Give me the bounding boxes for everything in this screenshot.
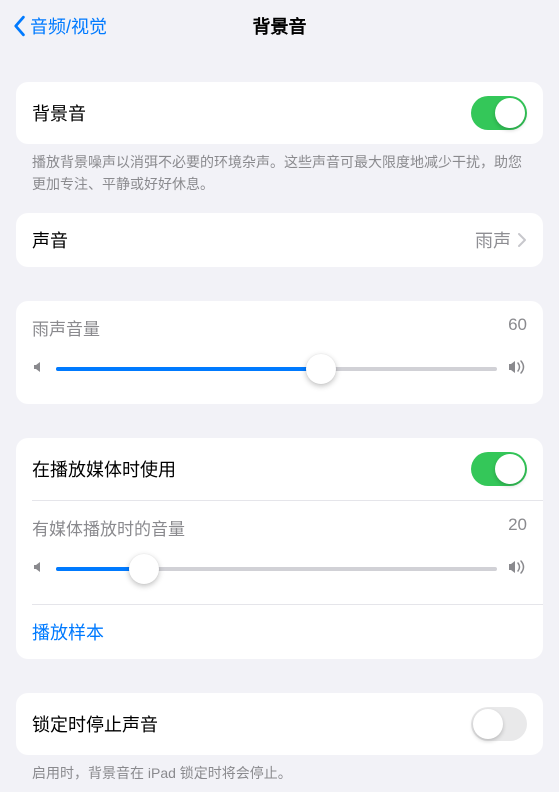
row-stop-on-lock: 锁定时停止声音 bbox=[16, 693, 543, 755]
media-volume-value: 20 bbox=[508, 515, 527, 540]
background-sound-label: 背景音 bbox=[32, 100, 471, 126]
use-with-media-label: 在播放媒体时使用 bbox=[32, 456, 471, 482]
rain-volume-value: 60 bbox=[508, 315, 527, 340]
row-use-with-media: 在播放媒体时使用 bbox=[16, 438, 543, 500]
media-volume-slider[interactable] bbox=[56, 554, 497, 584]
media-volume-block: 有媒体播放时的音量 20 bbox=[16, 501, 543, 604]
stop-on-lock-description: 启用时，背景音在 iPad 锁定时将会停止。 bbox=[0, 755, 559, 785]
rain-volume-slider[interactable] bbox=[56, 354, 497, 384]
back-button[interactable]: 音频/视觉 bbox=[12, 13, 107, 39]
rain-volume-label: 雨声音量 bbox=[32, 315, 100, 340]
background-sound-toggle[interactable] bbox=[471, 96, 527, 130]
volume-high-icon bbox=[507, 359, 527, 380]
page-title: 背景音 bbox=[253, 13, 307, 39]
stop-on-lock-label: 锁定时停止声音 bbox=[32, 711, 471, 737]
row-sound[interactable]: 声音 雨声 bbox=[16, 213, 543, 267]
rain-volume-block: 雨声音量 60 bbox=[16, 301, 543, 404]
group-media: 在播放媒体时使用 有媒体播放时的音量 20 播放样本 bbox=[16, 438, 543, 659]
group-background-sound: 背景音 bbox=[16, 82, 543, 144]
stop-on-lock-toggle[interactable] bbox=[471, 707, 527, 741]
use-with-media-toggle[interactable] bbox=[471, 452, 527, 486]
volume-high-icon bbox=[507, 559, 527, 580]
chevron-right-icon bbox=[517, 232, 527, 248]
back-label: 音频/视觉 bbox=[30, 13, 107, 39]
chevron-left-icon bbox=[12, 15, 26, 37]
row-background-sound: 背景音 bbox=[16, 82, 543, 144]
volume-low-icon bbox=[32, 560, 46, 579]
group-rain-volume: 雨声音量 60 bbox=[16, 301, 543, 404]
group-stop-on-lock: 锁定时停止声音 bbox=[16, 693, 543, 755]
sound-label: 声音 bbox=[32, 227, 475, 253]
play-sample-button[interactable]: 播放样本 bbox=[16, 605, 543, 659]
sound-value: 雨声 bbox=[475, 227, 511, 253]
nav-bar: 音频/视觉 背景音 bbox=[0, 0, 559, 52]
media-volume-label: 有媒体播放时的音量 bbox=[32, 515, 185, 540]
volume-low-icon bbox=[32, 360, 46, 379]
background-sound-description: 播放背景噪声以消弭不必要的环境杂声。这些声音可最大限度地减少干扰，助您更加专注、… bbox=[0, 144, 559, 195]
group-sound: 声音 雨声 bbox=[16, 213, 543, 267]
